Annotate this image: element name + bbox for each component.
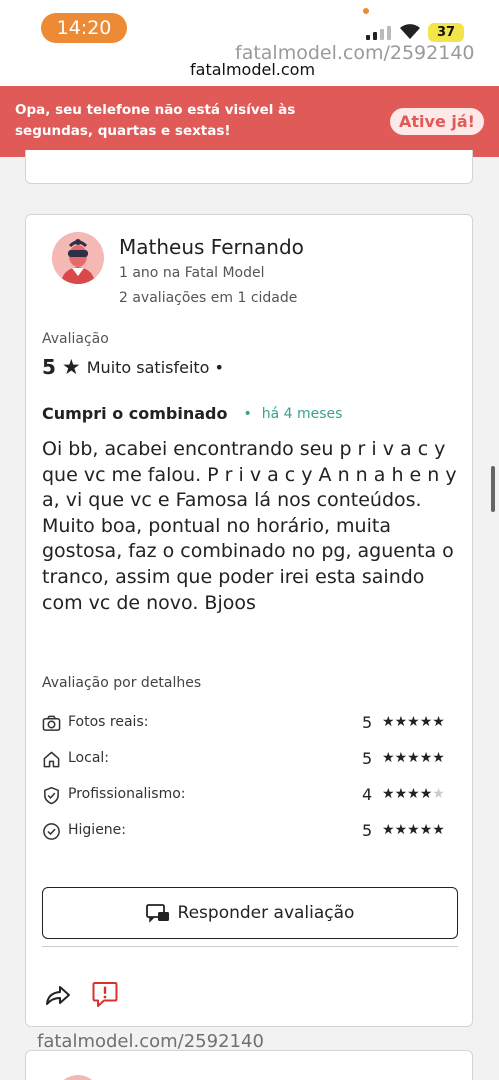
watermark-top: fatalmodel.com/2592140 xyxy=(235,42,475,64)
detail-score: 5 xyxy=(362,749,373,768)
detail-row-local: Local: 5 ★★★★★ xyxy=(42,749,458,771)
star-filled-icon: ★ xyxy=(432,714,445,730)
star-empty-icon: ★ xyxy=(432,786,445,802)
detail-label: Fotos reais: xyxy=(68,714,149,730)
detail-stars: ★★★★★ xyxy=(382,822,445,838)
reply-review-button[interactable]: Responder avaliação xyxy=(42,887,458,939)
signal-icon xyxy=(366,26,391,40)
detail-stars: ★★★★★ xyxy=(382,750,445,766)
detail-row-higiene: Higiene: 5 ★★★★★ xyxy=(42,821,458,843)
review-time: há 4 meses xyxy=(261,405,343,422)
star-filled-icon: ★ xyxy=(407,822,420,838)
star-filled-icon: ★ xyxy=(432,750,445,766)
star-filled-icon: ★ xyxy=(382,750,395,766)
star-filled-icon: ★ xyxy=(407,714,420,730)
overall-rating: 5 ★ Muito satisfeito • xyxy=(42,355,224,379)
watermark-bottom: fatalmodel.com/2592140 xyxy=(37,1031,264,1052)
detail-score: 5 xyxy=(362,713,373,732)
home-icon xyxy=(43,751,60,768)
activate-now-button[interactable]: Ative já! xyxy=(390,108,484,135)
star-filled-icon: ★ xyxy=(407,750,420,766)
reply-button-label: Responder avaliação xyxy=(177,903,355,923)
alert-banner: Opa, seu telefone não está visível às se… xyxy=(0,86,499,157)
star-filled-icon: ★ xyxy=(394,786,408,802)
star-filled-icon: ★ xyxy=(407,786,420,802)
check-circle-icon xyxy=(43,823,60,840)
star-filled-icon: ★ xyxy=(394,750,408,766)
detail-stars: ★★★★★ xyxy=(382,786,445,802)
detail-label: Profissionalismo: xyxy=(68,786,186,802)
detail-stars: ★★★★★ xyxy=(382,714,445,730)
report-icon[interactable] xyxy=(92,981,118,1009)
star-filled-icon: ★ xyxy=(394,822,408,838)
chat-reply-icon xyxy=(145,904,169,923)
rating-label: Avaliação xyxy=(42,331,109,347)
detail-score: 4 xyxy=(362,785,373,804)
review-card: Matheus Fernando 1 ano na Fatal Model 2 … xyxy=(25,214,473,1027)
previous-review-card xyxy=(25,150,473,184)
star-filled-icon: ★ xyxy=(382,714,395,730)
alert-message: Opa, seu telefone não está visível às se… xyxy=(15,102,296,139)
star-filled-icon: ★ xyxy=(419,750,433,766)
battery-indicator: 37 xyxy=(428,23,464,42)
reviewer-review-count: 2 avaliações em 1 cidade xyxy=(119,290,298,306)
divider xyxy=(42,946,458,947)
review-body: Oi bb, acabei encontrando seu p r i v a … xyxy=(42,438,457,614)
privacy-indicator-dot xyxy=(363,8,369,14)
star-filled-icon: ★ xyxy=(419,822,433,838)
user-avatar-icon xyxy=(52,232,104,284)
detail-label: Higiene: xyxy=(68,822,127,838)
star-filled-icon: ★ xyxy=(419,786,433,802)
scrollbar-thumb[interactable] xyxy=(491,466,495,512)
avatar xyxy=(56,1075,100,1080)
wifi-icon xyxy=(400,24,420,39)
star-filled-icon: ★ xyxy=(432,822,445,838)
next-review-card xyxy=(25,1050,473,1080)
rating-value: 5 xyxy=(42,355,56,379)
detail-row-fotos-reais: Fotos reais: 5 ★★★★★ xyxy=(42,713,458,735)
status-time: 14:20 xyxy=(41,13,127,43)
review-header: Cumpri o combinado • há 4 meses xyxy=(42,404,342,423)
detail-score: 5 xyxy=(362,821,373,840)
details-title: Avaliação por detalhes xyxy=(42,675,202,691)
reviewer-name[interactable]: Matheus Fernando xyxy=(119,235,304,259)
shield-check-icon xyxy=(44,786,59,805)
star-icon: ★ xyxy=(61,355,81,379)
review-title: Cumpri o combinado xyxy=(42,404,228,423)
separator-dot: • xyxy=(243,405,252,422)
star-filled-icon: ★ xyxy=(382,822,395,838)
camera-icon xyxy=(42,715,61,731)
rating-text: Muito satisfeito • xyxy=(86,357,224,377)
share-icon[interactable] xyxy=(44,983,72,1007)
detail-label: Local: xyxy=(68,750,110,766)
star-filled-icon: ★ xyxy=(382,786,395,802)
star-filled-icon: ★ xyxy=(419,714,433,730)
reviewer-membership: 1 ano na Fatal Model xyxy=(119,265,265,281)
avatar xyxy=(52,232,104,284)
star-filled-icon: ★ xyxy=(394,714,408,730)
detail-row-profissionalismo: Profissionalismo: 4 ★★★★★ xyxy=(42,785,458,807)
